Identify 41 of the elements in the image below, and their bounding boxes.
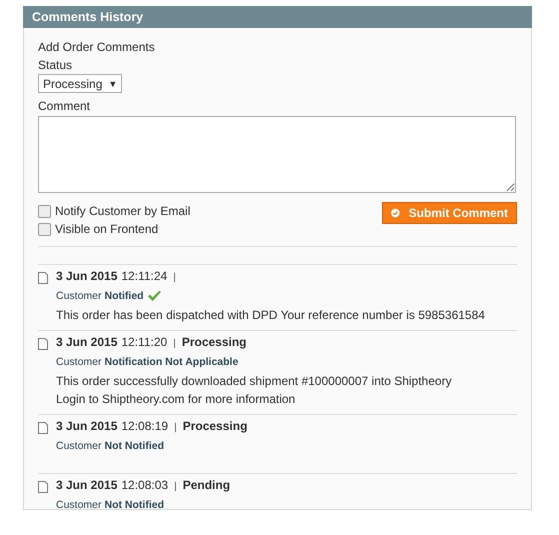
notification-status: Notification Not Applicable <box>104 355 238 370</box>
comment-text: This order has been dispatched with DPD Your reference number is 5985361584 <box>56 307 485 324</box>
notification-label: Customer <box>56 439 102 454</box>
checkbox-label: Visible on Frontend <box>55 222 158 236</box>
status-label: Status <box>38 57 74 74</box>
comment-date: 3 Jun 2015 <box>56 419 118 433</box>
comment-status: Pending <box>182 478 230 492</box>
notification-status: Not Notified <box>104 498 164 513</box>
separator: | <box>174 422 177 433</box>
comment-text: Login to Shiptheory.com for more information <box>56 391 296 408</box>
document-icon <box>38 481 48 493</box>
form-heading: Add Order Comments <box>38 39 156 56</box>
checkbox[interactable] <box>38 204 51 218</box>
comment-date: 3 Jun 2015 <box>56 335 118 349</box>
comment-label: Comment <box>38 98 92 115</box>
comment-time: 12:11:20 <box>121 335 168 349</box>
notification-status: Notified <box>104 289 144 304</box>
comment-date: 3 Jun 2015 <box>56 269 118 283</box>
separator: | <box>173 338 176 349</box>
comment-time: 12:08:19 <box>121 419 168 433</box>
comment-date: 3 Jun 2015 <box>56 478 118 492</box>
notification-status: Not Notified <box>104 439 164 454</box>
document-icon <box>38 338 48 350</box>
separator: | <box>174 481 177 492</box>
separator: | <box>173 272 176 283</box>
notification-label: Customer <box>56 355 102 370</box>
check-circle-icon <box>391 207 400 219</box>
checkbox[interactable] <box>38 222 51 236</box>
checkbox-label: Notify Customer by Email <box>55 204 190 218</box>
notification-label: Customer <box>56 498 102 513</box>
comment-status: Processing <box>182 419 248 433</box>
document-icon <box>38 422 48 434</box>
panel-title: Comments History <box>32 10 144 24</box>
comment-text: This order successfully downloaded shipment #100000007 into Shiptheory <box>56 373 452 390</box>
comment-field[interactable] <box>38 116 516 193</box>
status-dropdown[interactable]: Processing ▼ <box>38 74 122 93</box>
notification-label: Customer <box>56 289 102 304</box>
document-icon <box>38 272 48 284</box>
comment-status: Processing <box>182 335 247 349</box>
comment-time: 12:11:24 <box>121 269 168 283</box>
comment-time: 12:08:03 <box>121 478 168 492</box>
